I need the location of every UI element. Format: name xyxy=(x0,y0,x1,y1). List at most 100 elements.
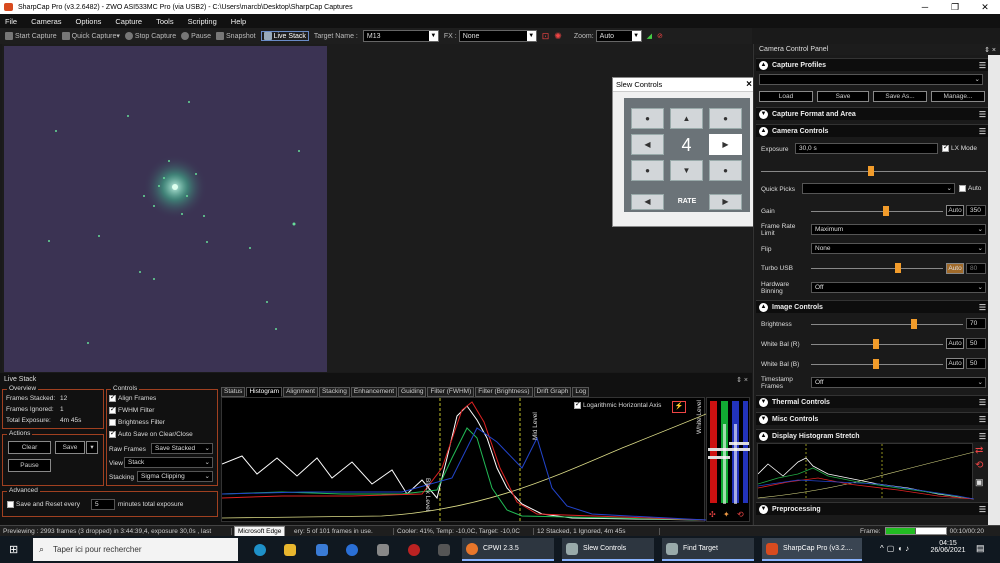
maximize-button[interactable]: ❐ xyxy=(940,0,970,14)
slew-southwest-button[interactable]: ● xyxy=(631,160,664,181)
profile-select[interactable]: ⌄ xyxy=(759,74,983,85)
rate-decrease-button[interactable]: ◀ xyxy=(631,194,664,210)
taskbar-slew-controls[interactable]: Slew Controls xyxy=(562,538,654,561)
quick-capture-button[interactable]: Quick Capture ▾ xyxy=(61,32,120,40)
tab-drift-graph[interactable]: Drift Graph xyxy=(533,387,572,397)
reset-icon[interactable]: ⇄ xyxy=(975,445,983,456)
refresh-icon[interactable]: ⟲ xyxy=(737,510,744,519)
start-capture-button[interactable]: Start Capture xyxy=(5,32,57,40)
slew-northeast-button[interactable]: ● xyxy=(709,108,742,129)
notification-icon[interactable]: ▤ xyxy=(976,543,985,554)
save-icon[interactable]: ▣ xyxy=(975,477,984,488)
gain-auto-button[interactable]: Auto xyxy=(946,205,964,216)
menu-icon[interactable]: ☰ xyxy=(979,398,986,407)
histogram-icon[interactable]: ◢ xyxy=(647,32,652,40)
section-thermal-controls[interactable]: ▼ Thermal Controls ☰ xyxy=(756,395,988,408)
taskbar-cpwi[interactable]: CPWI 2.3.5 xyxy=(462,538,554,561)
section-display-histogram[interactable]: ▲ Display Histogram Stretch ☰ xyxy=(756,429,988,442)
menu-scripting[interactable]: Scripting xyxy=(188,17,217,26)
auto-stretch-icon[interactable]: ⚡ xyxy=(672,401,686,413)
auto-save-checkbox[interactable]: Auto Save on Clear/Close xyxy=(109,429,193,438)
brightness-input[interactable]: 70 xyxy=(966,318,986,329)
tray-icons[interactable]: ^▢◖♪ xyxy=(880,544,912,553)
tab-enhancement[interactable]: Enhancement xyxy=(350,387,398,397)
taskbar-app-chart[interactable] xyxy=(373,538,394,561)
wb-red-auto-button[interactable]: Auto xyxy=(946,338,964,349)
menu-cameras[interactable]: Cameras xyxy=(31,17,61,26)
menu-help[interactable]: Help xyxy=(231,17,246,26)
slider-knob[interactable] xyxy=(883,206,889,216)
camera-image[interactable] xyxy=(4,46,327,372)
save-reset-checkbox[interactable]: Save and Reset every xyxy=(7,501,80,508)
sun-icon[interactable]: ✦ xyxy=(723,510,730,519)
pin-icon[interactable]: ⇕ × xyxy=(984,46,996,54)
minimize-button[interactable]: ─ xyxy=(910,0,940,14)
slew-southeast-button[interactable]: ● xyxy=(709,160,742,181)
reticle-icon[interactable]: ⊡ xyxy=(542,31,550,42)
log-axis-checkbox[interactable]: Logarithmic Horizontal Axis xyxy=(574,400,661,409)
frame-rate-select[interactable]: Maximum ⌄ xyxy=(811,224,986,235)
tab-alignment[interactable]: Alignment xyxy=(283,387,318,397)
menu-icon[interactable]: ☰ xyxy=(979,61,986,70)
menu-options[interactable]: Options xyxy=(76,17,102,26)
slider-knob[interactable] xyxy=(868,166,874,176)
quick-picks-select[interactable]: ⌄ xyxy=(802,183,955,194)
taskbar-app-red[interactable] xyxy=(404,538,425,561)
taskbar-sharpcap[interactable]: SharpCap Pro (v3.2.... xyxy=(762,538,862,561)
section-capture-profiles[interactable]: ▲ Capture Profiles ☰ xyxy=(756,58,988,71)
save-as-button[interactable]: Save As... xyxy=(873,91,927,102)
slew-east-button[interactable]: ▶ xyxy=(709,134,742,155)
section-preprocessing[interactable]: ▼ Preprocessing ☰ xyxy=(756,502,988,515)
taskbar-app-c[interactable] xyxy=(342,538,363,561)
slew-title-bar[interactable]: Slew Controls xyxy=(613,78,756,92)
rate-increase-button[interactable]: ▶ xyxy=(709,194,742,210)
fwhm-filter-checkbox[interactable]: FWHM Filter xyxy=(109,405,154,414)
save-profile-button[interactable]: Save xyxy=(817,91,869,102)
binning-select[interactable]: Off ⌄ xyxy=(811,282,986,293)
tab-guiding[interactable]: Guiding xyxy=(398,387,427,397)
wb-blue-input[interactable]: 50 xyxy=(966,358,986,369)
brightness-filter-checkbox[interactable]: Brightness Filter xyxy=(109,419,165,426)
taskbar-store[interactable] xyxy=(312,538,333,561)
level-sliders[interactable]: ✣ ✦ ⟲ xyxy=(706,397,750,522)
menu-icon[interactable]: ☰ xyxy=(979,110,986,119)
turbo-usb-slider[interactable] xyxy=(811,263,943,273)
taskbar-search[interactable]: ⌕ Taper ici pour rechercher xyxy=(33,538,238,561)
save-dropdown-button[interactable]: ▾ xyxy=(86,441,98,454)
zoom-select[interactable]: Auto ▼ xyxy=(595,30,642,42)
wb-red-slider[interactable] xyxy=(811,339,943,349)
stop-capture-button[interactable]: Stop Capture xyxy=(124,32,176,40)
pause-button[interactable]: Pause xyxy=(181,32,211,40)
manage-button[interactable]: Manage... xyxy=(931,91,985,102)
display-histogram[interactable] xyxy=(757,443,975,500)
windows-start-icon[interactable]: ⊞ xyxy=(9,543,18,556)
lx-mode-checkbox[interactable]: LX Mode xyxy=(942,143,977,152)
brightness-slider[interactable] xyxy=(811,319,963,329)
slider-knob[interactable] xyxy=(873,339,879,349)
target-name-select[interactable]: M13 ▼ xyxy=(362,30,439,42)
live-stack-button[interactable]: Live Stack xyxy=(260,31,309,41)
slider-knob[interactable] xyxy=(895,263,901,273)
stack-histogram[interactable]: Logarithmic Horizontal Axis Black Level … xyxy=(221,397,707,523)
gain-slider[interactable] xyxy=(811,206,943,216)
tab-stacking[interactable]: Stacking xyxy=(318,387,350,397)
clear-button[interactable]: Clear xyxy=(8,441,51,454)
taskbar-explorer[interactable] xyxy=(280,538,301,561)
menu-icon[interactable]: ☰ xyxy=(979,432,986,441)
flip-select[interactable]: None ⌄ xyxy=(811,243,986,254)
timestamp-select[interactable]: Off ⌄ xyxy=(811,377,986,388)
focus-assist-icon[interactable]: ✺ xyxy=(554,31,562,42)
panel-scrollbar[interactable] xyxy=(988,55,1000,525)
wb-blue-auto-button[interactable]: Auto xyxy=(946,358,964,369)
close-icon[interactable]: × xyxy=(746,79,752,90)
menu-file[interactable]: File xyxy=(5,17,17,26)
focus-icon[interactable]: ✣ xyxy=(709,510,716,519)
quick-picks-auto-checkbox[interactable]: Auto xyxy=(959,185,981,192)
tab-filter-fwhm[interactable]: Filter (FWHM) xyxy=(427,387,475,397)
save-reset-input[interactable]: 5 xyxy=(91,499,115,510)
exposure-input[interactable]: 30,0 s xyxy=(795,143,938,154)
view-select[interactable]: Stack ⌄ xyxy=(124,457,213,468)
gain-input[interactable]: 350 xyxy=(966,205,986,216)
slew-northwest-button[interactable]: ● xyxy=(631,108,664,129)
exposure-slider[interactable] xyxy=(761,166,986,176)
